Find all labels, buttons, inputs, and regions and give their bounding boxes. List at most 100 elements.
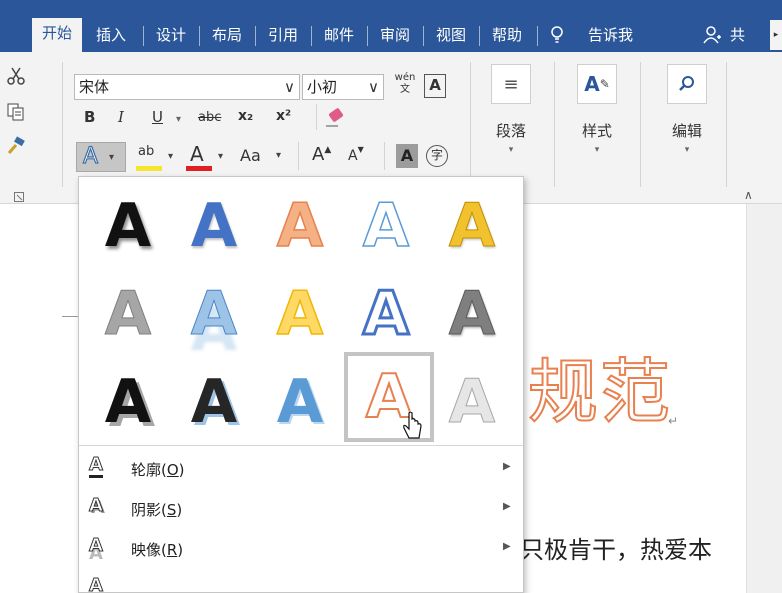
chevron-down-icon: ▾ [109,152,115,163]
tab-references[interactable]: 引用 [258,20,308,50]
text-effect-swatch[interactable]: A [258,184,342,268]
document-body-text[interactable]: 只极肯干，热爱本 [520,530,712,565]
chevron-down-icon: ▾ [594,145,600,155]
paragraph-mark: ↵ [668,414,679,428]
underline-button[interactable]: U [152,108,163,126]
font-name-combo[interactable]: 宋体 ∨ [74,74,300,100]
font-color-icon: A [190,142,204,166]
text-effects-gallery: A A A A A A A A A A A A A A A A 轮廓(O) ▶ … [78,176,524,593]
text-effects-button[interactable]: A ▾ [76,142,126,172]
font-color-bar [186,166,212,171]
change-case-button[interactable]: Aa ▾ [240,146,288,168]
chevron-down-icon: ▾ [218,151,224,162]
text-effect-swatch[interactable]: A [86,184,170,268]
paragraph-label: 段落 [495,122,526,140]
group-separator [640,62,641,187]
tab-scroll-right-button[interactable]: ▸ [770,20,782,50]
chevron-down-icon: ▾ [684,145,690,155]
tab-separator [537,26,538,46]
tab-separator [255,26,256,46]
share-button[interactable]: 共 [700,20,762,50]
text-effect-swatch[interactable]: A [86,272,170,356]
styles-label: 样式 [581,122,612,140]
document-title-text[interactable]: 规范 [527,336,672,437]
text-effects-icon: A [82,143,99,169]
shadow-icon: A [89,495,104,517]
paragraph-button[interactable]: ≡ 段落 ▾ [486,64,536,155]
menu-item-reflection[interactable]: A 映像(R) ▶ [79,529,523,569]
lightbulb-icon [551,26,563,43]
enclose-characters-button[interactable]: 字 [426,145,448,167]
margin-marker [62,316,78,317]
person-add-icon [703,26,721,44]
clipboard-dialog-launcher-icon[interactable] [14,192,24,202]
tell-me-search[interactable]: 告诉我 [544,20,654,50]
text-effect-swatch[interactable]: A [172,360,256,444]
group-separator [298,142,299,170]
character-border-button[interactable]: A [424,74,446,98]
tab-mailings[interactable]: 邮件 [314,20,364,50]
chevron-down-icon: ∨ [284,78,295,96]
text-effect-swatch[interactable]: A [344,272,428,356]
change-case-label: Aa [240,146,261,165]
group-separator [62,62,63,187]
glow-icon: A [89,575,104,593]
group-separator [554,62,555,187]
menu-item-outline[interactable]: A 轮廓(O) ▶ [79,449,523,489]
chevron-down-icon: ▾ [276,150,282,161]
strikethrough-button[interactable]: abc [198,110,221,125]
editing-label: 编辑 [671,122,702,140]
font-name-value: 宋体 [79,78,110,96]
vertical-scrollbar[interactable] [746,204,782,593]
font-size-value: 小初 [307,78,338,96]
subscript-button[interactable]: x₂ [238,108,253,124]
submenu-arrow-icon: ▶ [503,461,511,472]
text-effect-swatch[interactable]: A [258,360,342,444]
copy-icon[interactable] [6,102,26,122]
chevron-down-icon: ▾ [168,151,174,162]
tab-insert[interactable]: 插入 [86,20,136,50]
clear-formatting-icon[interactable] [324,106,348,128]
font-color-button[interactable]: A ▾ [186,142,230,172]
grow-font-button[interactable]: A▲ [312,144,331,165]
italic-button[interactable]: I [118,108,124,126]
tab-separator [199,26,200,46]
tab-review[interactable]: 审阅 [370,20,420,50]
text-effect-swatch[interactable]: A [172,272,256,356]
text-effect-swatch[interactable]: A [172,184,256,268]
shrink-font-button[interactable]: A▼ [348,145,364,164]
tab-help[interactable]: 帮助 [482,20,532,50]
phonetic-guide-button[interactable]: wén文 [392,72,418,100]
cut-icon[interactable] [6,66,26,86]
format-painter-icon[interactable] [6,136,26,156]
underline-dropdown-icon[interactable]: ▾ [176,114,181,125]
tab-separator [367,26,368,46]
bold-button[interactable]: B [84,108,95,126]
text-effect-swatch[interactable]: A [430,360,514,444]
tab-home[interactable]: 开始 [32,18,82,52]
text-effect-swatch[interactable]: A [430,184,514,268]
paragraph-icon: ≡ [491,64,531,104]
collapse-ribbon-icon[interactable]: ∧ [744,188,753,202]
tab-design[interactable]: 设计 [146,20,196,50]
tab-view[interactable]: 视图 [426,20,476,50]
reflection-icon: A [89,535,104,557]
text-effect-swatch[interactable]: A [344,184,428,268]
menu-item-partial[interactable]: A [79,569,523,593]
caret-down-icon: ▼ [357,145,364,154]
styles-icon: A ✎ [577,64,617,104]
tab-layout[interactable]: 布局 [202,20,252,50]
superscript-button[interactable]: x² [276,108,291,124]
text-effect-swatch[interactable]: A [258,272,342,356]
text-effect-swatch[interactable]: A [430,272,514,356]
highlight-color-button[interactable]: ab ▾ [136,142,180,172]
text-effect-swatch[interactable]: A [86,360,170,444]
styles-button[interactable]: A ✎ 样式 ▾ [572,64,622,155]
editing-button[interactable]: 编辑 ▾ [662,64,712,155]
group-separator [384,142,385,170]
menu-item-label: 轮廓(O) [131,461,185,479]
mouse-cursor-icon [403,412,422,439]
font-size-combo[interactable]: 小初 ∨ [302,74,384,100]
menu-item-shadow[interactable]: A 阴影(S) ▶ [79,489,523,529]
character-shading-button[interactable]: A [396,144,418,168]
